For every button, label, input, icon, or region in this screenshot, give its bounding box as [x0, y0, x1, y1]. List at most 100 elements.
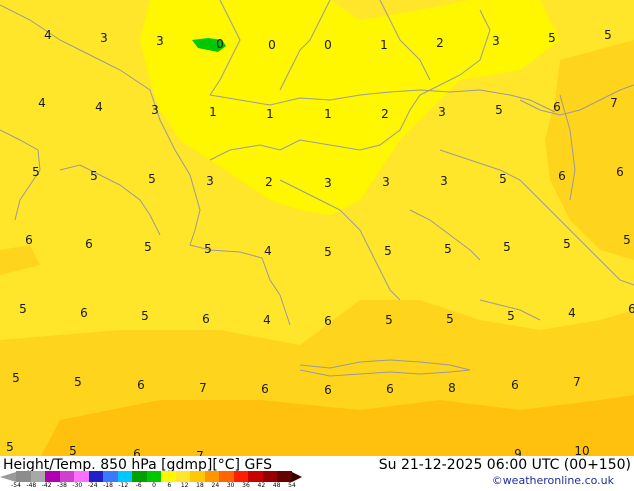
temperature-value: 3	[151, 103, 159, 117]
temperature-value: 3	[324, 176, 332, 190]
temperature-value: 5	[446, 312, 454, 326]
colorbar-tick-label: 48	[272, 482, 281, 489]
temperature-value: 6	[386, 382, 394, 396]
temperature-value: 3	[206, 174, 214, 188]
colorbar-tick-label: -6	[135, 482, 142, 489]
colorbar-segment	[132, 471, 148, 482]
temperature-value: 3	[492, 34, 500, 48]
temperature-value: 0	[268, 38, 276, 52]
temperature-value: 6	[202, 312, 210, 326]
temperature-value: 5	[604, 28, 612, 42]
temperature-value: 6	[85, 237, 93, 251]
temperature-value: 6	[137, 378, 145, 392]
temperature-value: 5	[548, 31, 556, 45]
colorbar-segment	[161, 471, 177, 482]
temperature-value: 6	[324, 314, 332, 328]
temperature-value: 5	[324, 245, 332, 259]
colorbar-segment	[175, 471, 191, 482]
colorbar-tick-label: 42	[257, 482, 266, 489]
temperature-value: 8	[448, 381, 456, 395]
colorbar-tick-label: 54	[288, 482, 296, 489]
temperature-value: 6	[25, 233, 33, 247]
temperature-value: 5	[148, 172, 156, 186]
colorbar-segment	[117, 471, 133, 482]
temperature-value: 1	[266, 107, 274, 121]
temperature-value: 5	[385, 313, 393, 327]
temperature-value: 5	[623, 233, 631, 247]
colorbar-segment	[277, 471, 293, 482]
colorbar-tick-label: -48	[26, 482, 37, 489]
temperature-value: 7	[610, 96, 618, 110]
map-footer: Height/Temp. 850 hPa [gdmp][°C] GFS Su 2…	[0, 456, 634, 490]
colorbar-tick-label: -42	[41, 482, 52, 489]
temperature-map[interactable]: 4 3 3 0 0 0 1 2 3 5 5 4 4 3 1 1 1 2 3 5 6 7 5 5 5 3 2 3 3 3 5 6 6 6 6 5 5 4 5 5…	[0, 0, 634, 458]
temperature-value: 5	[204, 242, 212, 256]
credit-link[interactable]: ©weatheronline.co.uk	[492, 474, 614, 487]
colorbar-tick-label: 24	[211, 482, 220, 489]
colorbar-tick-label: 6	[167, 482, 172, 489]
colorbar-segment	[190, 471, 206, 482]
colorbar-tick-label: -30	[72, 482, 83, 489]
colorbar-tick-label: -24	[87, 482, 98, 489]
map-background	[0, 0, 634, 458]
temperature-value: 1	[209, 105, 217, 119]
temperature-value: 5	[74, 375, 82, 389]
temperature-colorbar	[16, 471, 293, 482]
colorbar-tick-label: -18	[103, 482, 113, 489]
temperature-value: 5	[384, 244, 392, 258]
colorbar-segment	[233, 471, 249, 482]
temperature-value: 4	[568, 306, 576, 320]
temperature-value: 5	[499, 172, 507, 186]
temperature-value: 1	[324, 107, 332, 121]
temperature-value: 6	[553, 100, 561, 114]
temperature-value: 1	[380, 38, 388, 52]
colorbar-segment	[16, 471, 32, 482]
temperature-value: 6	[261, 382, 269, 396]
colorbar-tick-label: -12	[118, 482, 129, 489]
temperature-value: 6	[628, 302, 634, 316]
temperature-value: 3	[440, 174, 448, 188]
temperature-value: 5	[507, 309, 515, 323]
colorbar-segment	[204, 471, 220, 482]
temperature-value: 5	[6, 440, 14, 454]
temperature-value: 5	[503, 240, 511, 254]
colorbar-segment	[219, 471, 235, 482]
temperature-value: 0	[216, 37, 224, 51]
colorbar-tick-label: 36	[242, 482, 250, 489]
colorbar-tick-label: 18	[196, 482, 204, 489]
temperature-value: 5	[144, 240, 152, 254]
temperature-value: 5	[495, 103, 503, 117]
colorbar-segment	[248, 471, 264, 482]
temperature-value: 6	[511, 378, 519, 392]
temperature-value: 2	[436, 36, 444, 50]
temperature-value: 4	[95, 100, 103, 114]
colorbar-tick-label: -38	[57, 482, 67, 489]
temperature-value: 0	[324, 38, 332, 52]
temperature-value: 5	[19, 302, 27, 316]
temperature-value: 6	[324, 383, 332, 397]
temperature-value: 2	[265, 175, 273, 189]
temperature-value: 5	[141, 309, 149, 323]
colorbar-segment	[103, 471, 119, 482]
colorbar-segment	[88, 471, 104, 482]
temperature-value: 5	[90, 169, 98, 183]
colorbar-segment	[146, 471, 162, 482]
temperature-value: 2	[381, 107, 389, 121]
colorbar-tick-label: -54	[11, 482, 21, 489]
colorbar-left-arrow	[0, 472, 16, 482]
temperature-value: 7	[573, 375, 581, 389]
temperature-value: 4	[38, 96, 46, 110]
temperature-value: 5	[444, 242, 452, 256]
temperature-value: 6	[558, 169, 566, 183]
temperature-value: 3	[156, 34, 164, 48]
colorbar-segment	[30, 471, 46, 482]
temperature-value: 3	[100, 31, 108, 45]
temperature-value: 4	[44, 28, 52, 42]
colorbar-segment	[45, 471, 61, 482]
temperature-value: 3	[438, 105, 446, 119]
colorbar-segment	[262, 471, 278, 482]
temperature-value: 6	[616, 165, 624, 179]
colorbar-segment	[59, 471, 75, 482]
forecast-datetime: Su 21-12-2025 06:00 UTC (00+150)	[378, 457, 631, 473]
temperature-value: 4	[263, 313, 271, 327]
